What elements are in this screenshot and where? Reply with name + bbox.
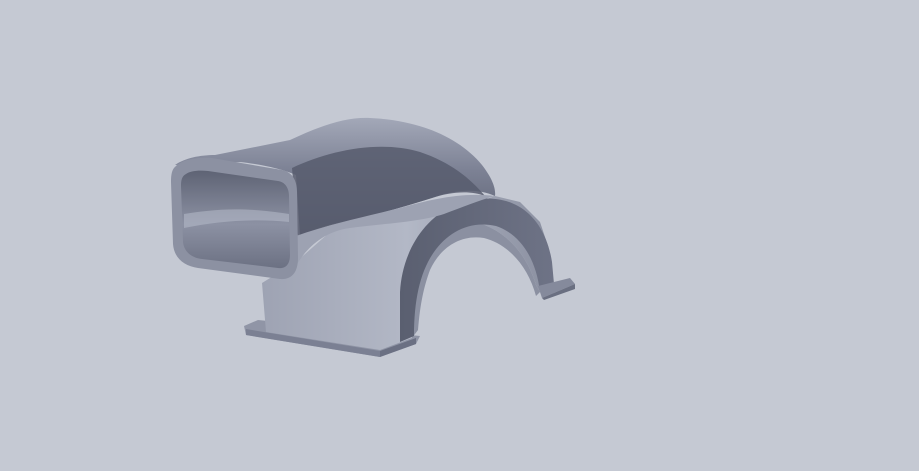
model-canvas[interactable] [0,0,919,471]
cad-viewport[interactable] [0,0,919,471]
